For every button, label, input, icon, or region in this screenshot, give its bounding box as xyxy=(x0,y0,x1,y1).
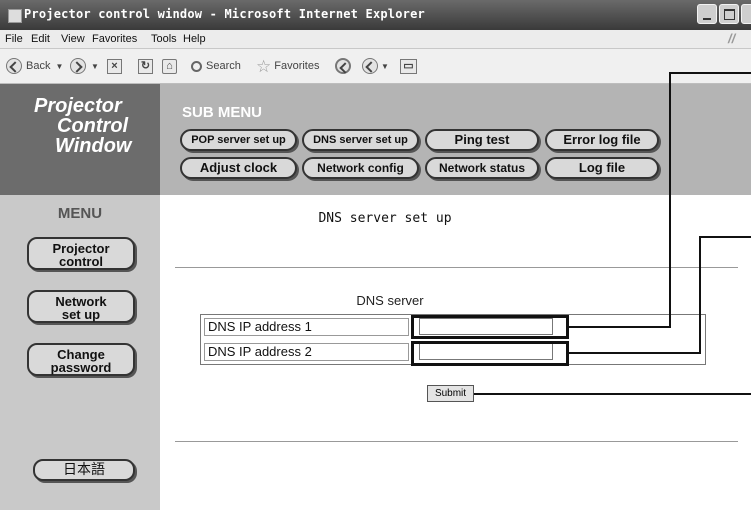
change-password-button[interactable]: Change password xyxy=(27,343,135,376)
callout-line-2-top xyxy=(699,236,751,238)
callout-box-dns-2 xyxy=(411,341,569,366)
dns-ip-2-label: DNS IP address 2 xyxy=(204,343,409,361)
divider-top xyxy=(175,267,738,268)
button-label-line-2: control xyxy=(58,254,104,269)
pop-server-setup-button[interactable]: POP server set up xyxy=(180,129,297,151)
stop-icon: × xyxy=(107,58,122,74)
dropdown-arrow-icon: ▼ xyxy=(381,61,389,71)
submenu-panel: SUB MENU POP server set up DNS server se… xyxy=(160,84,751,195)
callout-line-2-vertical xyxy=(699,236,701,354)
home-icon: ⌂ xyxy=(162,58,177,74)
favorites-button[interactable]: ☆ Favorites xyxy=(256,57,320,75)
network-status-button[interactable]: Network status xyxy=(425,157,539,179)
submenu-title: SUB MENU xyxy=(182,104,263,121)
maximize-button[interactable] xyxy=(719,4,739,24)
network-setup-button[interactable]: Network set up xyxy=(27,290,135,323)
logo-panel: Projector Control Window xyxy=(0,84,160,195)
print-icon: ▭ xyxy=(400,58,417,74)
projector-control-button[interactable]: Projector control xyxy=(27,237,135,270)
menu-view[interactable]: View xyxy=(61,33,85,45)
stop-button[interactable]: × xyxy=(107,57,122,75)
history-icon xyxy=(335,58,351,74)
dropdown-arrow-icon: ▼ xyxy=(55,61,64,71)
browser-toolbar: Back ▼ ▼ × ↻ ⌂ Search ☆ Favorites ▼ ▭ xyxy=(0,49,751,84)
close-button[interactable] xyxy=(741,4,751,24)
mail-button[interactable]: ▼ xyxy=(362,57,389,75)
error-log-file-button[interactable]: Error log file xyxy=(545,129,659,151)
dns-server-setup-button[interactable]: DNS server set up xyxy=(302,129,419,151)
form-title: DNS server xyxy=(356,293,424,308)
log-file-button[interactable]: Log file xyxy=(545,157,659,179)
menu-edit[interactable]: Edit xyxy=(31,33,50,45)
search-button[interactable]: Search xyxy=(191,57,241,75)
button-label-line-2: password xyxy=(50,360,112,375)
network-config-button[interactable]: Network config xyxy=(302,157,419,179)
callout-box-dns-1 xyxy=(411,315,569,339)
page-heading: DNS server set up xyxy=(318,211,452,226)
callout-line-submit xyxy=(474,393,751,395)
refresh-icon: ↻ xyxy=(138,58,153,74)
print-button[interactable]: ▭ xyxy=(400,57,417,75)
ie-window-icon xyxy=(8,9,22,23)
window-titlebar: Projector control window - Microsoft Int… xyxy=(0,0,751,30)
menu-file[interactable]: File xyxy=(5,33,23,45)
callout-line-2-horizontal xyxy=(569,352,701,354)
menu-help[interactable]: Help xyxy=(183,33,206,45)
back-button[interactable]: Back ▼ xyxy=(6,57,63,75)
menu-favorites[interactable]: Favorites xyxy=(92,33,137,45)
callout-line-1-vertical xyxy=(669,72,671,328)
windows-logo-icon: // xyxy=(728,31,736,46)
history-button[interactable] xyxy=(335,57,351,75)
back-label: Back xyxy=(26,60,51,72)
favorites-star-icon: ☆ xyxy=(256,56,272,76)
dropdown-arrow-icon: ▼ xyxy=(91,61,99,71)
japanese-language-button[interactable]: 日本語 xyxy=(33,459,135,481)
left-menu-panel: MENU Projector control Network set up Ch… xyxy=(0,195,160,510)
search-icon xyxy=(191,60,202,72)
divider-bottom xyxy=(175,441,738,442)
window-title: Projector control window - Microsoft Int… xyxy=(24,7,425,21)
menu-title: MENU xyxy=(57,205,103,222)
callout-line-1-top xyxy=(669,72,751,74)
forward-button[interactable]: ▼ xyxy=(70,57,99,75)
forward-arrow-icon xyxy=(70,58,86,74)
mail-icon xyxy=(362,58,378,74)
dns-ip-1-label: DNS IP address 1 xyxy=(204,318,409,336)
search-label: Search xyxy=(206,60,241,72)
minimize-button[interactable] xyxy=(697,4,717,24)
browser-menubar: File Edit View Favorites Tools Help // xyxy=(0,30,751,49)
back-arrow-icon xyxy=(6,58,22,74)
refresh-button[interactable]: ↻ xyxy=(138,57,153,75)
favorites-label: Favorites xyxy=(274,60,320,72)
home-button[interactable]: ⌂ xyxy=(162,57,177,75)
ping-test-button[interactable]: Ping test xyxy=(425,129,539,151)
submit-button[interactable]: Submit xyxy=(427,385,474,402)
menu-tools[interactable]: Tools xyxy=(151,33,177,45)
callout-line-1-horizontal xyxy=(569,326,671,328)
button-label-line-2: set up xyxy=(61,307,101,322)
adjust-clock-button[interactable]: Adjust clock xyxy=(180,157,297,179)
logo-line-3: Window xyxy=(55,135,132,157)
